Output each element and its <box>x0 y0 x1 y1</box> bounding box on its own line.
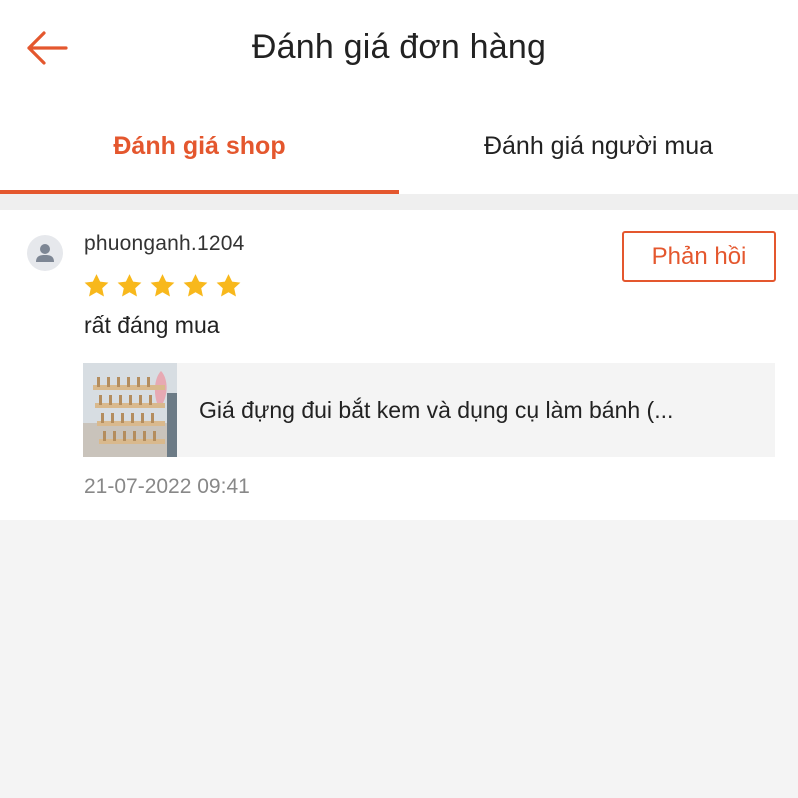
tab-bar: Đánh giá shop Đánh giá người mua <box>0 100 798 194</box>
page-title: Đánh giá đơn hàng <box>251 28 547 66</box>
star-rating <box>82 272 243 300</box>
tab-shop-review[interactable]: Đánh giá shop <box>0 100 399 194</box>
review-comment: rất đáng mua <box>84 312 220 338</box>
reviewer-username: phuonganh.1204 <box>84 232 245 255</box>
tab-label: Đánh giá người mua <box>483 131 714 160</box>
product-name: Giá đựng đui bắt kem và dụng cụ làm bánh… <box>199 397 674 423</box>
product-item[interactable]: Giá đựng đui bắt kem và dụng cụ làm bánh… <box>83 363 775 457</box>
app-header: Đánh giá đơn hàng <box>0 0 798 100</box>
review-card: phuonganh.1204 rất đáng mua Phản hồi Giá… <box>0 210 798 520</box>
product-thumbnail <box>83 363 177 457</box>
star-icon <box>117 274 142 297</box>
tab-buyer-review[interactable]: Đánh giá người mua <box>399 100 798 194</box>
star-icon <box>150 274 175 297</box>
tab-label: Đánh giá shop <box>113 131 286 160</box>
star-icon <box>84 274 109 297</box>
star-icon <box>183 274 208 297</box>
reply-button[interactable]: Phản hồi <box>622 231 776 282</box>
star-icon <box>216 274 241 297</box>
user-avatar-icon <box>27 235 63 271</box>
review-timestamp: 21-07-2022 09:41 <box>84 475 250 498</box>
section-divider <box>0 194 798 210</box>
